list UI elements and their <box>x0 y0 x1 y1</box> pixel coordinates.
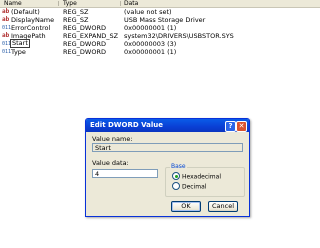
radio-decimal[interactable]: Decimal <box>172 182 207 191</box>
list-item[interactable]: 011 ErrorControl REG_DWORD 0x00000001 (1… <box>0 24 320 32</box>
value-type: REG_SZ <box>63 8 89 16</box>
value-name: DisplayName <box>11 16 55 24</box>
value-type: REG_DWORD <box>63 24 106 32</box>
value-name: ErrorControl <box>11 24 51 32</box>
help-button[interactable]: ? <box>225 121 236 132</box>
dialog-titlebar[interactable]: Edit DWORD Value ? ✕ <box>86 119 249 132</box>
value-name-label: Value name: <box>92 135 133 143</box>
value-name: Start <box>10 39 30 48</box>
value-name: (Default) <box>11 8 40 16</box>
value-type: REG_EXPAND_SZ <box>63 32 119 40</box>
value-data: 0x00000001 (1) <box>124 24 177 32</box>
binary-value-icon: 011 <box>2 25 12 31</box>
string-value-icon: ab <box>2 16 10 23</box>
dialog-title: Edit DWORD Value <box>90 121 163 129</box>
list-item[interactable]: ab (Default) REG_SZ (value not set) <box>0 8 320 16</box>
list-item[interactable]: ab ImagePath REG_EXPAND_SZ system32\DRIV… <box>0 32 320 40</box>
radio-hexadecimal-label: Hexadecimal <box>182 173 221 181</box>
value-data-input[interactable]: 4 <box>92 169 158 178</box>
column-separator[interactable] <box>120 1 121 6</box>
edit-dword-dialog: Edit DWORD Value ? ✕ Value name: Start V… <box>85 118 250 217</box>
value-type: REG_SZ <box>63 16 89 24</box>
column-header-type[interactable]: Type <box>63 0 77 7</box>
column-header-data[interactable]: Data <box>124 0 138 7</box>
value-type: REG_DWORD <box>63 40 106 48</box>
value-name-field: Start <box>92 143 243 152</box>
value-data: 0x00000003 (3) <box>124 40 177 48</box>
binary-value-icon: 011 <box>2 41 12 47</box>
base-group: Base Hexadecimal Decimal <box>165 163 245 197</box>
value-data: USB Mass Storage Driver <box>124 16 206 24</box>
value-data: (value not set) <box>124 8 172 16</box>
value-data-label: Value data: <box>92 159 129 167</box>
list-item[interactable]: ab DisplayName REG_SZ USB Mass Storage D… <box>0 16 320 24</box>
radio-decimal-label: Decimal <box>182 183 207 191</box>
list-header: Name Type Data <box>0 0 320 8</box>
radio-hexadecimal[interactable]: Hexadecimal <box>172 172 221 181</box>
string-value-icon: ab <box>2 8 10 15</box>
binary-value-icon: 011 <box>2 49 12 55</box>
string-value-icon: ab <box>2 32 10 39</box>
base-group-label: Base <box>170 163 187 170</box>
value-data: system32\DRIVERS\USBSTOR.SYS <box>124 32 234 40</box>
radio-selected-icon <box>172 172 180 180</box>
value-name: Type <box>11 48 26 56</box>
ok-button[interactable]: OK <box>171 201 201 212</box>
column-separator[interactable] <box>58 1 59 6</box>
cancel-button[interactable]: Cancel <box>208 201 238 212</box>
close-button[interactable]: ✕ <box>236 121 247 132</box>
column-header-name[interactable]: Name <box>4 0 22 7</box>
value-type: REG_DWORD <box>63 48 106 56</box>
radio-unselected-icon <box>172 182 180 190</box>
list-item-selected[interactable]: 011 Start REG_DWORD 0x00000003 (3) <box>0 39 320 48</box>
value-data: 0x00000001 (1) <box>124 48 177 56</box>
list-item[interactable]: 011 Type REG_DWORD 0x00000001 (1) <box>0 48 320 56</box>
